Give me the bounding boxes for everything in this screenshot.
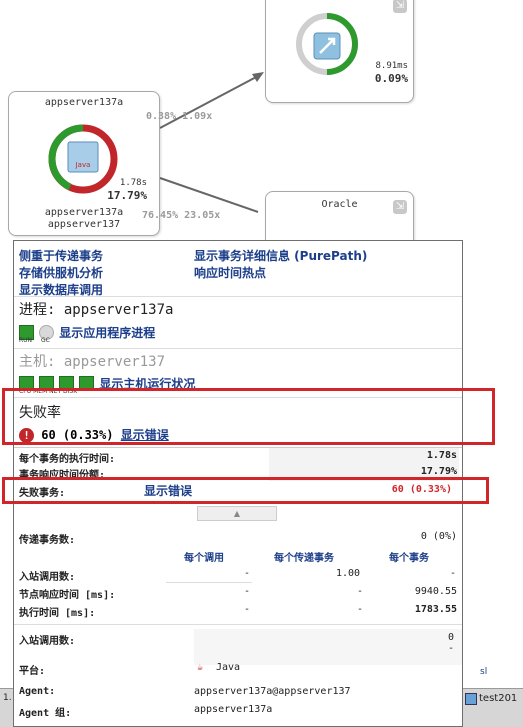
divider — [14, 624, 462, 625]
agent-group-value: appserver137a — [194, 704, 273, 715]
cell-per-txn: 9940.55 — [414, 586, 457, 597]
taskbar-left: 1. — [0, 688, 13, 727]
cell-per-passing: 1.00 — [336, 568, 361, 579]
process-section: 进程: appserver137a 显示应用程序进程 RUN GC — [19, 299, 462, 344]
platform-row: 平台: ☕ Java — [14, 659, 462, 678]
node-close-icon[interactable]: ⇲ — [393, 0, 407, 13]
agent-row: Agent: appserver137a@appserver137 — [14, 683, 462, 702]
row-label: 入站调用数: — [19, 572, 76, 583]
node-share: 0.09% — [374, 72, 408, 85]
table-row: 执行时间 [ms]: - - 1783.55 — [14, 601, 462, 620]
process-title: 进程: appserver137a — [19, 302, 174, 318]
taskbar-item[interactable]: test201 — [479, 693, 517, 704]
edge-upper-arrow — [252, 72, 264, 82]
host-title: 主机: appserver137 — [19, 354, 166, 370]
link-hotspots[interactable]: 响应时间热点 — [194, 264, 462, 281]
agent-value: appserver137a@appserver137 — [194, 686, 351, 697]
column-header: 每个传递事务 — [274, 553, 334, 564]
cell-per-call: - — [244, 568, 251, 579]
highlight-failed-transactions — [2, 477, 489, 504]
node-health-ring — [296, 13, 359, 75]
collapse-toggle[interactable]: ▲ — [197, 506, 277, 521]
edge-upper-label: 0.38% 1.09x — [146, 111, 213, 122]
node-appserver[interactable]: appserver137a Java 1.78s 17.79% appserve… — [8, 91, 160, 236]
edge-lower-line — [159, 177, 259, 213]
platform-value: Java — [216, 662, 241, 673]
node-title: appserver137a — [44, 97, 124, 108]
inbound-value: 0 — [447, 632, 454, 643]
java-icon: ☕ — [197, 662, 204, 673]
host-section: 主机: appserver137 显示主机运行状况 CPU MEM NET DI… — [19, 351, 462, 395]
node-subtitle: appserver137a — [44, 207, 124, 218]
node-title: Oracle — [321, 199, 358, 210]
metric-value: 0 (0%) — [420, 531, 457, 542]
java-icon-label: Java — [75, 161, 91, 169]
metric-value: 17.79% — [420, 466, 457, 477]
node-close-icon[interactable]: ⇲ — [393, 200, 407, 214]
table-row: 节点响应时间 [ms]: - - 9940.55 — [14, 583, 462, 602]
divider — [14, 296, 462, 297]
cell-per-txn: - — [450, 568, 457, 579]
highlight-failure-rate — [2, 388, 495, 445]
row-label: Agent: — [19, 686, 56, 697]
popup-links-right: 显示事务详细信息 (PurePath) 响应时间热点 — [194, 247, 462, 281]
node-subtitle-host: appserver137 — [47, 219, 121, 230]
metric-label: 传递事务数: — [19, 535, 76, 546]
node-time: 1.78s — [119, 178, 147, 188]
edge-lower-label: 76.45% 23.05x — [142, 210, 221, 221]
row-label: 入站调用数: — [19, 636, 76, 647]
table-row: 入站调用数: - 1.00 - — [14, 565, 462, 584]
row-label: 平台: — [19, 666, 46, 677]
agent-group-row: Agent 组: appserver137a — [14, 701, 462, 720]
table-header: 每个调用 每个传递事务 每个事务 — [14, 546, 462, 565]
taskbar-item-left[interactable]: 1. — [3, 693, 12, 703]
row-label: 执行时间 [ms]: — [19, 608, 96, 619]
node-time: 8.91ms — [375, 61, 408, 71]
app-icon — [465, 693, 477, 705]
node-top-right[interactable]: ⇲ 8.91ms 0.09% — [265, 0, 414, 103]
cell-per-call: - — [244, 604, 251, 615]
cell-per-passing: - — [357, 604, 364, 615]
taskbar-right: sl test201 — [463, 667, 523, 727]
metric-value: 1.78s — [426, 450, 457, 461]
cell-per-call: - — [244, 586, 251, 597]
link-purepath[interactable]: 显示事务详细信息 (PurePath) — [194, 247, 462, 264]
run-label: RUN — [19, 337, 33, 344]
row-label: 节点响应时间 [ms]: — [19, 590, 116, 601]
column-header: 每个调用 — [184, 553, 224, 564]
row-label: Agent 组: — [19, 708, 72, 719]
divider — [14, 348, 462, 349]
node-share: 17.79% — [107, 189, 147, 202]
metric-row-passing: 传递事务数: 0 (0%) — [14, 528, 462, 547]
column-header: 每个事务 — [389, 553, 429, 564]
inbound-dash: - — [447, 643, 454, 654]
node-health-ring: Java — [48, 124, 118, 194]
cell-per-txn: 1783.55 — [414, 604, 457, 615]
cell-per-passing: - — [357, 586, 364, 597]
link-show-process[interactable]: 显示应用程序进程 — [59, 326, 155, 340]
side-label[interactable]: sl — [480, 667, 487, 677]
gc-label: GC — [41, 337, 50, 344]
